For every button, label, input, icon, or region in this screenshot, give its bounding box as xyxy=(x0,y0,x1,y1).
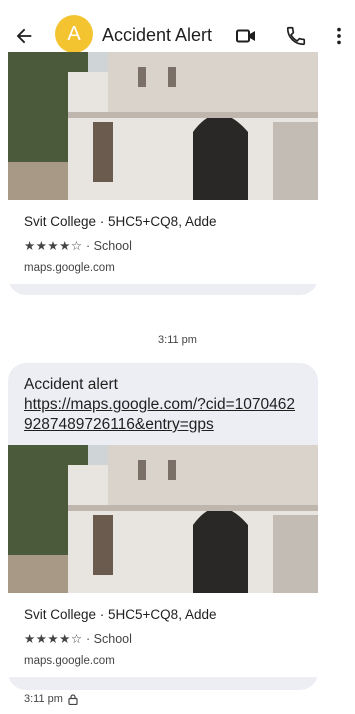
back-arrow-icon xyxy=(16,28,32,44)
place-category: · School xyxy=(86,632,132,646)
message-bubble[interactable]: Svit College · 5HC5+CQ8, Adde ★★★★☆ · Sc… xyxy=(8,52,318,295)
message-bubble[interactable]: Accident alert https://maps.google.com/?… xyxy=(8,363,318,690)
message-body: Accident alert xyxy=(24,376,118,393)
phone-icon xyxy=(286,26,306,46)
contact-avatar[interactable]: A xyxy=(55,15,93,53)
more-options-button[interactable] xyxy=(325,22,353,50)
message-timestamp: 3:11 pm xyxy=(158,334,197,346)
video-call-button[interactable] xyxy=(232,22,260,50)
message-status: 3:11 pm xyxy=(24,693,78,705)
message-text[interactable]: Accident alert https://maps.google.com/?… xyxy=(8,363,318,445)
avatar-letter: A xyxy=(67,22,81,45)
place-photo xyxy=(8,445,318,593)
place-category: · School xyxy=(86,239,132,253)
message-timestamp: 3:11 pm xyxy=(24,693,63,705)
phone-call-button[interactable] xyxy=(282,22,310,50)
rating-row: ★★★★☆ · School xyxy=(24,631,302,646)
preview-domain: maps.google.com xyxy=(24,655,115,667)
message-link[interactable]: https://maps.google.com/?cid=10704629287… xyxy=(24,396,295,433)
preview-title: Svit College · 5HC5+CQ8, Adde xyxy=(24,607,217,622)
preview-title: Svit College · 5HC5+CQ8, Adde xyxy=(24,214,217,229)
rating-row: ★★★★☆ · School xyxy=(24,238,302,253)
link-preview[interactable]: Svit College · 5HC5+CQ8, Adde ★★★★☆ · Sc… xyxy=(8,593,318,677)
video-call-icon xyxy=(236,29,255,43)
link-preview[interactable]: Svit College · 5HC5+CQ8, Adde ★★★★☆ · Sc… xyxy=(8,200,318,284)
lock-icon xyxy=(68,693,78,705)
more-vert-icon xyxy=(337,27,341,45)
rating-stars: ★★★★☆ xyxy=(24,239,83,253)
preview-domain: maps.google.com xyxy=(24,262,115,274)
place-photo xyxy=(8,52,318,200)
rating-stars: ★★★★☆ xyxy=(24,632,83,646)
conversation-title: Accident Alert xyxy=(102,25,213,45)
back-button[interactable] xyxy=(10,22,38,50)
